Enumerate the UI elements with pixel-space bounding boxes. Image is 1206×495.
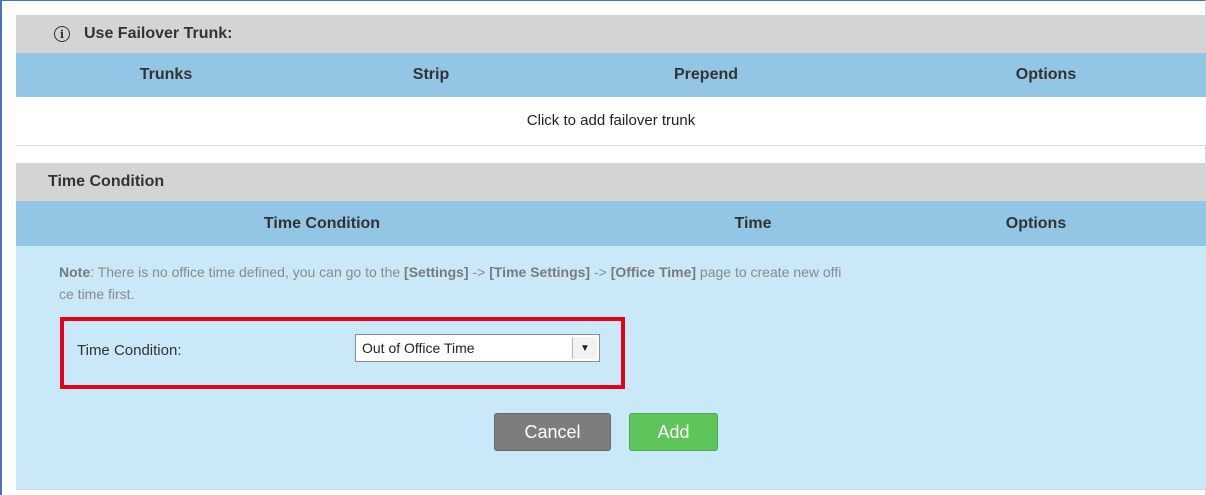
time-condition-select-value: Out of Office Time	[362, 340, 475, 356]
column-header-prepend: Prepend	[673, 66, 739, 83]
time-settings-link[interactable]: [Time Settings]	[489, 264, 590, 280]
time-condition-table-header: Time Condition Time Options	[16, 201, 1206, 246]
column-header-strip: Strip	[412, 66, 450, 83]
note-label: Note	[59, 264, 91, 280]
time-condition-select[interactable]: Out of Office Time ▼	[355, 334, 600, 362]
failover-section-title: Use Failover Trunk:	[84, 25, 233, 42]
note-separator: ->	[590, 264, 611, 280]
note-text: page to create new offi	[696, 264, 842, 280]
failover-section-header: i Use Failover Trunk:	[16, 15, 1206, 53]
cancel-button[interactable]: Cancel	[494, 413, 611, 451]
column-header-time: Time	[734, 215, 772, 232]
failover-table-header: Trunks Strip Prepend Options	[16, 53, 1206, 97]
settings-link[interactable]: [Settings]	[404, 264, 469, 280]
time-condition-section-header: Time Condition	[16, 163, 1206, 201]
column-header-options: Options	[1005, 215, 1067, 232]
add-button[interactable]: Add	[629, 413, 718, 451]
office-time-note: Note: There is no office time defined, y…	[59, 261, 1139, 305]
add-failover-trunk-link[interactable]: Click to add failover trunk	[16, 97, 1206, 146]
note-separator: ->	[468, 264, 490, 280]
info-icon: i	[54, 26, 70, 42]
office-time-link[interactable]: [Office Time]	[611, 264, 696, 280]
triangle-down-icon[interactable]: ▼	[572, 337, 597, 359]
time-condition-section-title: Time Condition	[48, 173, 165, 190]
time-condition-label: Time Condition:	[77, 342, 182, 359]
note-text: ce time first.	[59, 286, 135, 302]
column-header-options: Options	[1015, 66, 1077, 83]
column-header-time-condition: Time Condition	[263, 215, 381, 232]
column-header-trunks: Trunks	[139, 66, 193, 83]
note-text: : There is no office time defined, you c…	[90, 264, 405, 280]
